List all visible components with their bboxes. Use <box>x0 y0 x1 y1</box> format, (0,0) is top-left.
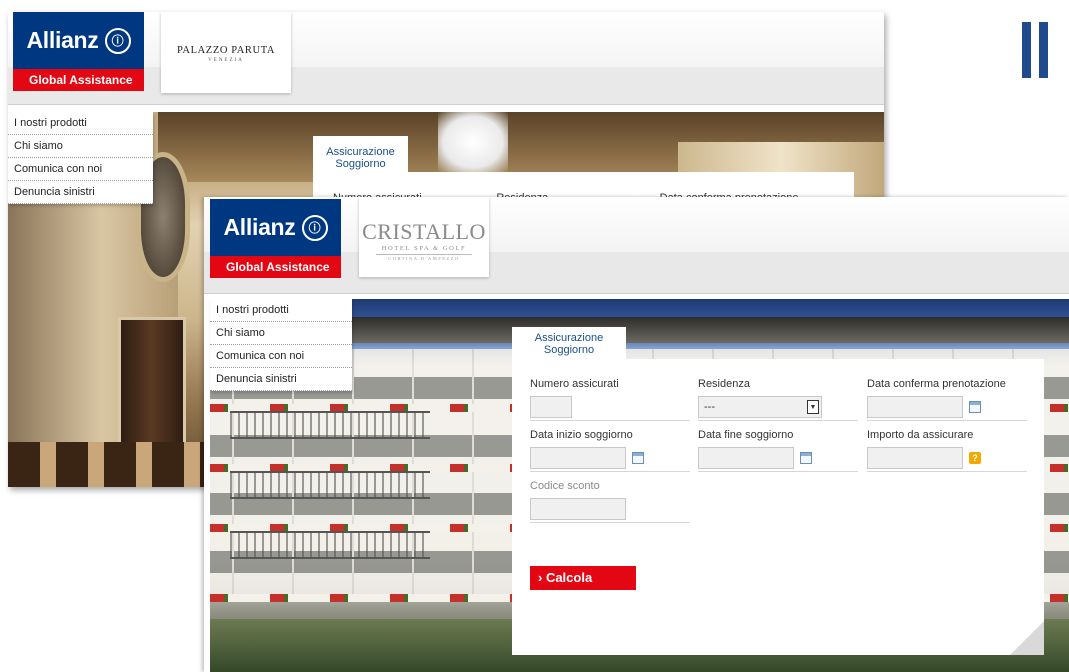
field-importo: Importo da assicurare ? <box>867 428 1027 469</box>
menu-item-chi-siamo[interactable]: Chi siamo <box>210 322 352 345</box>
side-menu: I nostri prodotti Chi siamo Comunica con… <box>210 299 352 391</box>
calcola-button[interactable]: › Calcola <box>530 566 636 590</box>
data-conferma-input[interactable] <box>867 396 963 418</box>
allianz-logo[interactable]: Allianz ⓘ Global Assistance <box>13 12 144 91</box>
partner-logo-cristallo[interactable]: CRISTALLO HOTEL SPA & GOLF CORTINA D'AMP… <box>359 197 489 277</box>
pause-icon[interactable] <box>1022 22 1048 78</box>
allianz-mark-icon: ⓘ <box>301 214 328 241</box>
menu-item-denuncia[interactable]: Denuncia sinistri <box>210 368 352 391</box>
menu-item-comunica[interactable]: Comunica con noi <box>210 345 352 368</box>
allianz-logo[interactable]: Allianz ⓘ Global Assistance <box>210 199 341 278</box>
menu-item-chi-siamo[interactable]: Chi siamo <box>8 135 153 158</box>
residenza-select[interactable]: --- ▼ <box>698 396 822 418</box>
global-assistance-label: Global Assistance <box>210 256 341 278</box>
field-codice-sconto: Codice sconto <box>530 479 690 520</box>
calendar-icon[interactable] <box>969 401 981 413</box>
tab-assicurazione-soggiorno[interactable]: Assicurazione Soggiorno <box>313 136 408 176</box>
dropdown-arrow-icon[interactable]: ▼ <box>807 400 819 414</box>
field-residenza: Residenza --- ▼ <box>698 377 858 418</box>
insurance-form: Numero assicurati Residenza --- ▼ Data co… <box>512 359 1044 655</box>
field-numero-assicurati: Numero assicurati <box>530 377 690 418</box>
side-menu: I nostri prodotti Chi siamo Comunica con… <box>8 112 153 204</box>
menu-item-prodotti[interactable]: I nostri prodotti <box>210 299 352 322</box>
field-data-conferma: Data conferma prenotazione <box>867 377 1027 418</box>
menu-item-prodotti[interactable]: I nostri prodotti <box>8 112 153 135</box>
data-fine-input[interactable] <box>698 447 794 469</box>
numero-assicurati-input[interactable] <box>530 396 572 418</box>
data-inizio-input[interactable] <box>530 447 626 469</box>
partner-logo-palazzo-paruta[interactable]: PALAZZO PARUTA VENEZIA <box>161 12 291 93</box>
menu-item-denuncia[interactable]: Denuncia sinistri <box>8 181 153 204</box>
codice-sconto-input[interactable] <box>530 498 626 520</box>
menu-item-comunica[interactable]: Comunica con noi <box>8 158 153 181</box>
tab-assicurazione-soggiorno[interactable]: Assicurazione Soggiorno <box>512 327 626 365</box>
allianz-mark-icon: ⓘ <box>104 27 131 54</box>
field-data-inizio: Data inizio soggiorno <box>530 428 690 469</box>
page-curl <box>1010 621 1044 655</box>
help-icon[interactable]: ? <box>969 452 981 464</box>
importo-input[interactable] <box>867 447 963 469</box>
global-assistance-label: Global Assistance <box>13 69 144 91</box>
front-window-screenshot: Allianz ⓘ Global Assistance CRISTALLO HOT… <box>204 197 1069 672</box>
calendar-icon[interactable] <box>632 452 644 464</box>
calendar-icon[interactable] <box>800 452 812 464</box>
field-data-fine: Data fine soggiorno <box>698 428 858 469</box>
